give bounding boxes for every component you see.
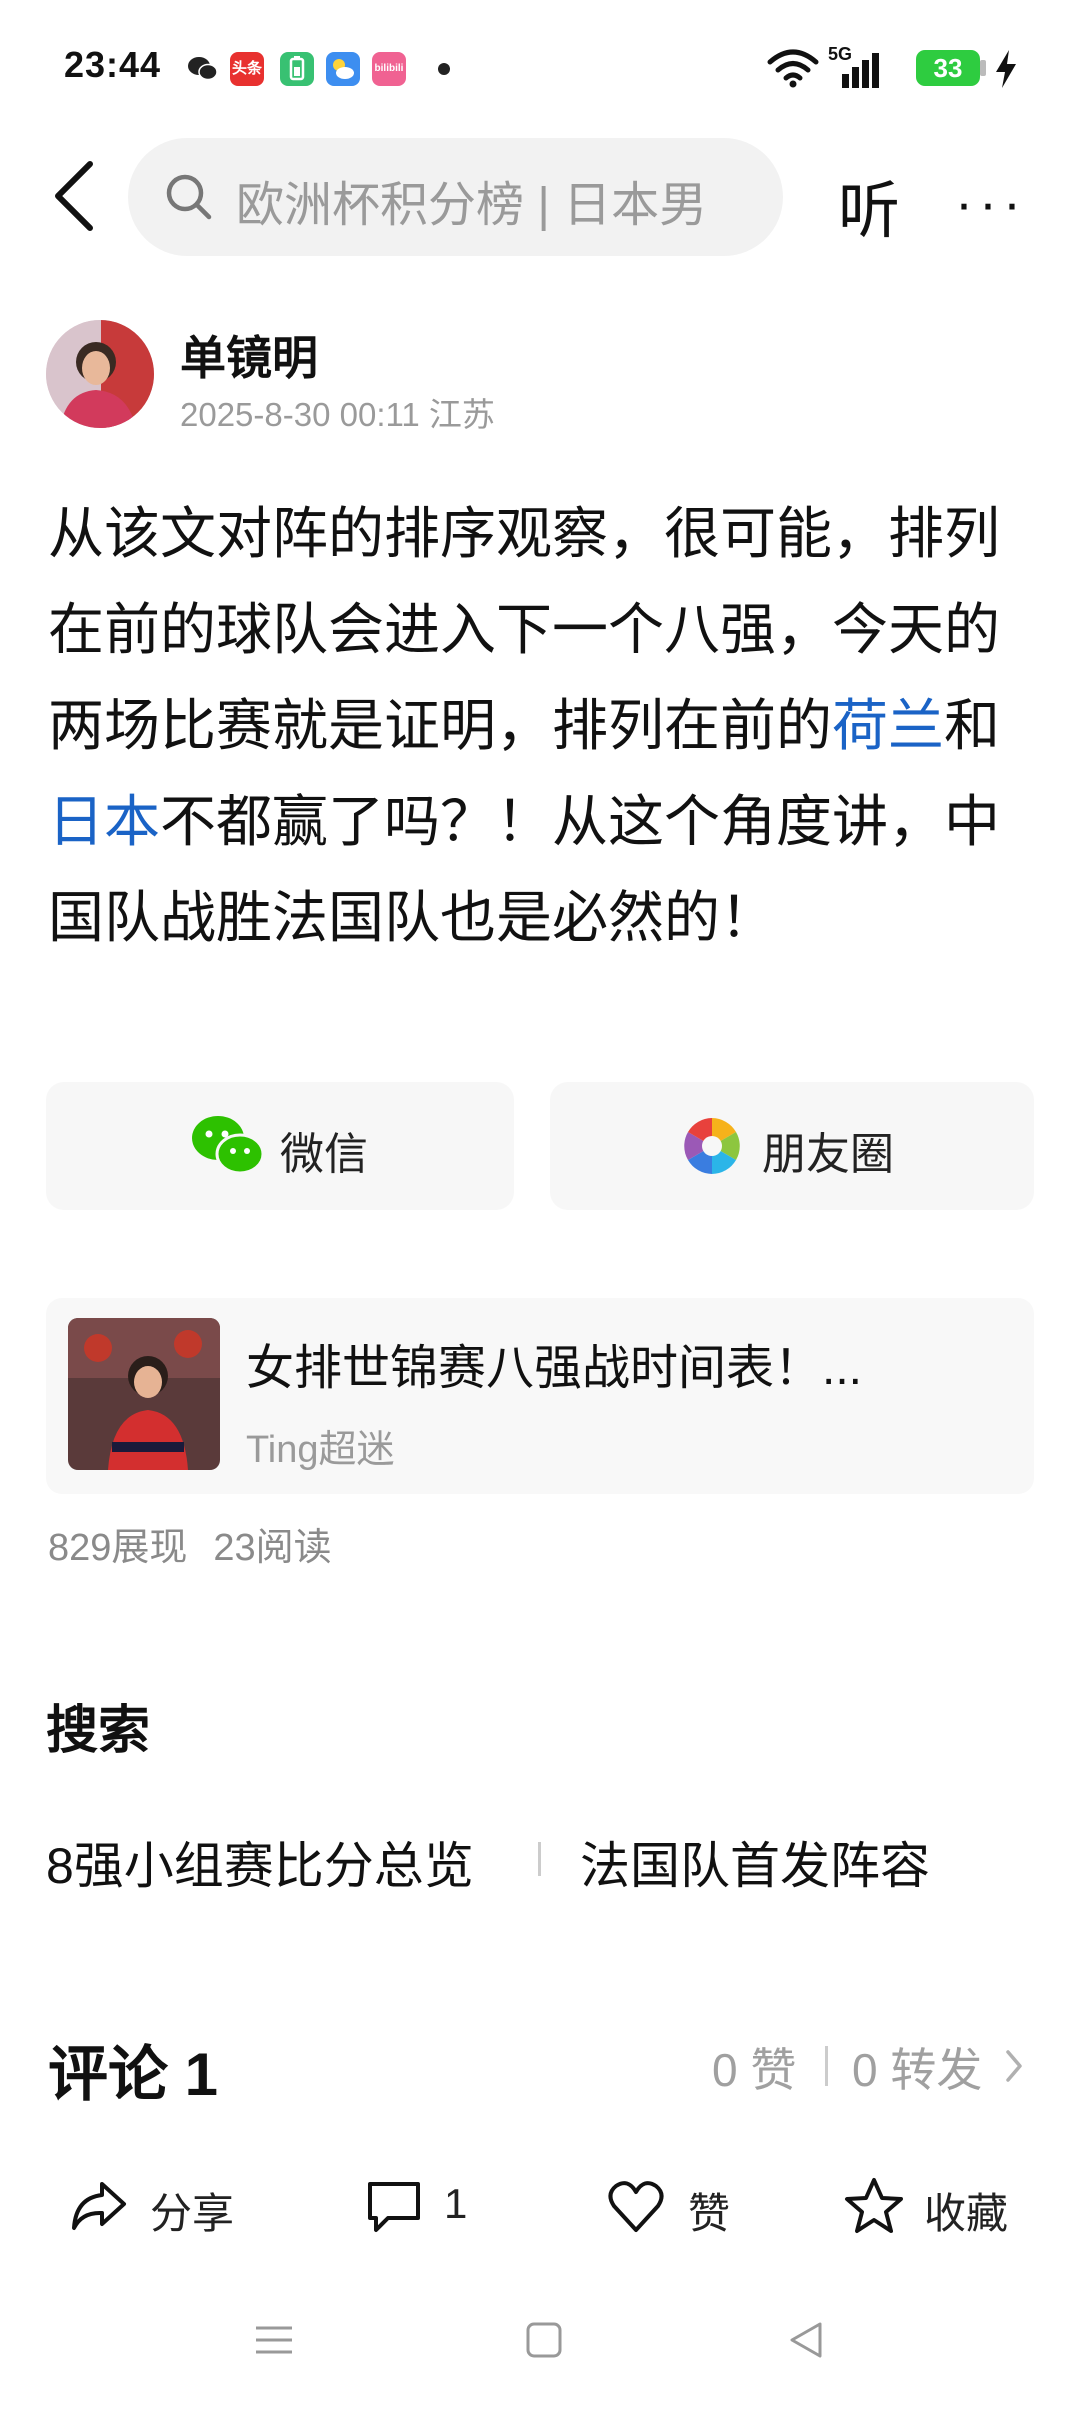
post-body: 从该文对阵的排序观察，很可能，排列在前的球队会进入下一个八强，今天的两场比赛就是… — [48, 486, 1038, 966]
favorite-label[interactable]: 收藏 — [924, 2180, 1008, 2241]
status-time: 23:44 — [64, 44, 162, 85]
thumbnail-image — [68, 1318, 220, 1470]
charging-icon — [996, 50, 1016, 88]
count-divider — [825, 2046, 828, 2086]
likes-count[interactable]: 0 赞 — [712, 2034, 796, 2100]
post-text: 不都赢了吗？！从这个角度讲，中国队战胜法国队也是必然的！ — [48, 790, 1000, 949]
avatar-image — [46, 320, 154, 428]
weather-icon — [326, 52, 360, 86]
post-stats: 829展现 23阅读 — [48, 1516, 332, 1571]
more-options-button[interactable]: ··· — [955, 172, 1027, 234]
article-title[interactable]: 女排世锦赛八强战时间表！... — [246, 1328, 966, 1398]
author-name[interactable]: 单镜明 — [180, 322, 318, 388]
like-label[interactable]: 赞 — [688, 2180, 730, 2241]
topic-link-japan[interactable]: 日本 — [48, 790, 160, 853]
star-icon[interactable] — [844, 2176, 904, 2236]
article-thumbnail — [68, 1318, 220, 1470]
battery-cap — [980, 60, 986, 76]
forwards-count[interactable]: 0 转发 — [852, 2034, 982, 2100]
reads-count: 23阅读 — [213, 1527, 332, 1569]
share-icon[interactable] — [68, 2176, 128, 2236]
heart-icon[interactable] — [606, 2176, 666, 2236]
share-label[interactable]: 分享 — [150, 2180, 234, 2241]
battery-app-icon — [280, 52, 314, 86]
back-arrow-icon[interactable] — [52, 160, 96, 232]
avatar[interactable] — [46, 320, 154, 428]
chip-divider — [538, 1842, 541, 1876]
comment-icon[interactable] — [364, 2176, 424, 2236]
post-text: 和 — [944, 694, 1000, 757]
wifi-icon — [767, 49, 819, 88]
topic-link-netherlands[interactable]: 荷兰 — [832, 694, 944, 757]
views-count: 829展现 — [48, 1527, 188, 1569]
bilibili-icon: bilibili — [372, 52, 406, 86]
moments-icon — [684, 1118, 740, 1174]
comments-heading: 评论 1 — [48, 2041, 219, 2108]
status-bar: 23:44 头条 bilibili 5G 33 — [0, 0, 1080, 140]
wechat-icon — [188, 57, 218, 81]
notification-dot — [438, 63, 450, 75]
search-chip[interactable]: 8强小组赛比分总览 — [46, 1826, 474, 1898]
article-source: Ting超迷 — [246, 1429, 395, 1471]
menu-icon[interactable] — [254, 2320, 294, 2360]
back-icon[interactable] — [786, 2320, 826, 2360]
search-input-placeholder[interactable]: 欧洲杯积分榜 | 日本男 — [236, 165, 736, 235]
listen-button[interactable]: 听 — [838, 160, 900, 250]
signal-icon — [842, 53, 879, 88]
search-section-heading: 搜索 — [46, 1702, 151, 1760]
comment-count[interactable]: 1 — [444, 2180, 467, 2228]
search-icon — [166, 174, 212, 220]
chevron-right-icon[interactable] — [1004, 2048, 1024, 2084]
share-wechat-label: 微信 — [280, 1130, 368, 1179]
search-chip[interactable]: 法国队首发阵容 — [580, 1826, 930, 1898]
home-icon[interactable] — [524, 2320, 564, 2360]
share-moments-label: 朋友圈 — [762, 1130, 894, 1179]
toutiao-icon: 头条 — [230, 52, 264, 86]
wechat-icon — [192, 1116, 265, 1175]
post-timestamp-location: 2025-8-30 00:11 江苏 — [180, 396, 495, 433]
battery-level: 33 — [916, 50, 980, 86]
